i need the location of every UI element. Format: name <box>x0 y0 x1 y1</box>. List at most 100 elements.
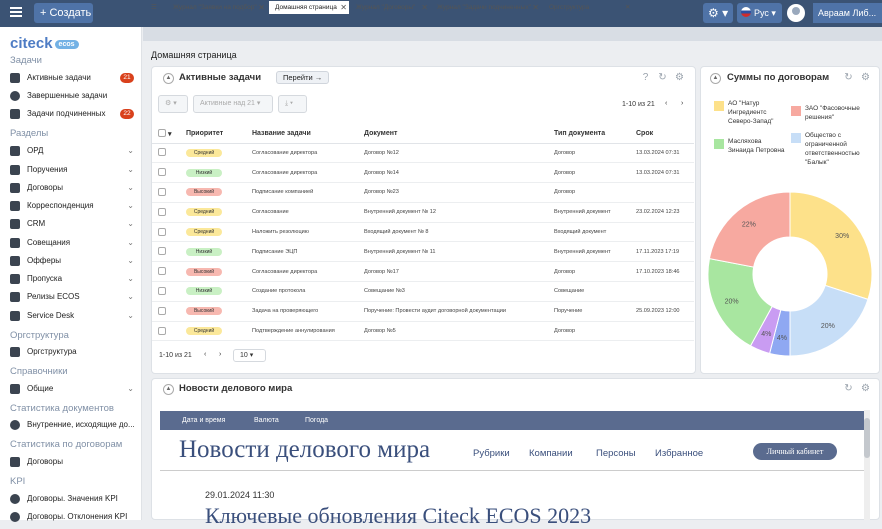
task-link[interactable]: Подтверждение аннулирования <box>246 321 358 342</box>
filter-select[interactable]: Активные над 21 ▾ <box>193 95 273 113</box>
row-checkbox[interactable] <box>152 281 180 302</box>
task-link[interactable]: Наложить резолюцию <box>246 222 358 243</box>
language-selector[interactable]: Рус ▾ <box>737 3 782 23</box>
refresh-icon[interactable]: ↻ <box>843 383 854 394</box>
next-page-icon[interactable]: › <box>219 351 221 358</box>
close-icon[interactable]: ✕ <box>340 1 347 14</box>
settings-dropdown-button[interactable]: ⚙ ▾ <box>158 95 188 113</box>
news-menu-rubrics[interactable]: Рубрики <box>473 448 510 459</box>
sidebar-item-section[interactable]: Договоры ⌄ <box>10 181 136 195</box>
select-all-checkbox[interactable]: ▾ <box>152 124 180 144</box>
sidebar-item-task[interactable]: Задачи подчиненных 22 <box>10 107 136 121</box>
tab-item[interactable]: Журнал "Задачи подчиненных" ✕ <box>431 1 541 14</box>
tab-item[interactable]: Домашняя страница ✕ <box>269 1 349 14</box>
close-all-tabs-icon[interactable]: ✕ <box>622 1 636 14</box>
prev-page-icon[interactable]: ‹ <box>665 100 667 107</box>
tabs-menu-icon[interactable]: ☰ <box>148 1 162 14</box>
close-icon[interactable]: ✕ <box>258 1 265 14</box>
news-menu-favorites[interactable]: Избранное <box>655 448 703 459</box>
table-row[interactable]: Низкий Подписание ЭЦП Внутренний докумен… <box>152 241 694 263</box>
pie-slice[interactable] <box>789 284 869 357</box>
row-checkbox[interactable] <box>152 222 180 243</box>
column-due[interactable]: Срок <box>630 124 694 144</box>
next-page-icon[interactable]: › <box>681 100 683 107</box>
news-nav-weather[interactable]: Погода <box>305 411 328 430</box>
goto-button[interactable]: Перейти → <box>276 71 329 84</box>
help-icon[interactable]: ? <box>640 72 651 83</box>
news-headline[interactable]: Ключевые обновления Citeck ECOS 2023 <box>205 503 591 529</box>
column-doc-type[interactable]: Тип документа <box>548 124 630 144</box>
sidebar-item-kpi-values[interactable]: Договоры. Значения KPI <box>10 492 136 506</box>
row-checkbox[interactable] <box>152 301 180 322</box>
sidebar-item-section[interactable]: Service Desk ⌄ <box>10 309 136 323</box>
table-row[interactable]: Средний Согласование Внутренний документ… <box>152 202 694 223</box>
collapse-icon[interactable]: ▲ <box>163 73 174 84</box>
table-row[interactable]: Высокий Подписание компанией Договор №23… <box>152 182 694 203</box>
sidebar-item-section[interactable]: CRM ⌄ <box>10 217 136 231</box>
sidebar-item-section[interactable]: Офферы ⌄ <box>10 254 136 268</box>
scrollbar[interactable] <box>864 410 870 520</box>
collapse-icon[interactable]: ▲ <box>163 384 174 395</box>
avatar[interactable] <box>787 4 805 22</box>
table-row[interactable]: Низкий Создание протокола Совещание №3 С… <box>152 281 694 302</box>
sidebar-item-contracts[interactable]: Договоры <box>10 455 136 469</box>
settings-button[interactable]: ⚙ ▾ <box>703 3 733 23</box>
gear-icon[interactable]: ⚙ <box>860 72 871 83</box>
news-nav-datetime[interactable]: Дата и время <box>182 411 225 430</box>
gear-icon[interactable]: ⚙ <box>674 72 685 83</box>
row-checkbox[interactable] <box>152 202 180 223</box>
task-link[interactable]: Подписание компанией <box>246 182 358 203</box>
sidebar-item-common[interactable]: Общие ⌄ <box>10 382 136 396</box>
close-icon[interactable]: ✕ <box>421 1 428 14</box>
column-document[interactable]: Документ <box>358 124 548 144</box>
table-row[interactable]: Средний Наложить резолюцию Входящий доку… <box>152 222 694 243</box>
pie-slice[interactable] <box>708 191 791 268</box>
create-button[interactable]: + Создать <box>34 3 93 23</box>
prev-page-icon[interactable]: ‹ <box>204 351 206 358</box>
news-nav-currency[interactable]: Валюта <box>254 411 279 430</box>
sidebar-item-task[interactable]: Завершенные задачи <box>10 89 136 103</box>
row-checkbox[interactable] <box>152 182 180 203</box>
sidebar-item-task[interactable]: Активные задачи 21 <box>10 71 136 85</box>
refresh-icon[interactable]: ↻ <box>657 72 668 83</box>
table-row[interactable]: Высокий Согласование директора Договор №… <box>152 261 694 283</box>
sidebar-item-doc-stats[interactable]: Внутренние, исходящие до... <box>10 418 136 432</box>
table-row[interactable]: Высокий Задача на проверяющего Поручение… <box>152 301 694 322</box>
task-link[interactable]: Задача на проверяющего <box>246 301 358 322</box>
sidebar-item-section[interactable]: Поручения ⌄ <box>10 163 136 177</box>
cabinet-button[interactable]: Личный кабинет <box>753 443 837 460</box>
task-link[interactable]: Создание протокола <box>246 281 358 302</box>
task-link[interactable]: Согласование директора <box>246 261 358 283</box>
news-menu-companies[interactable]: Компании <box>529 448 573 459</box>
tab-item[interactable]: Журнал "Заявки на подбор" ✕ <box>167 1 267 14</box>
close-icon[interactable]: ✕ <box>532 1 539 14</box>
refresh-icon[interactable]: ↻ <box>843 72 854 83</box>
sidebar-item-section[interactable]: Пропуска ⌄ <box>10 272 136 286</box>
row-checkbox[interactable] <box>152 321 180 342</box>
task-link[interactable]: Согласование директора <box>246 162 358 184</box>
sidebar-item-kpi-deviation[interactable]: Договоры. Отклонения KPI <box>10 510 136 524</box>
row-checkbox[interactable] <box>152 261 180 283</box>
tab-item[interactable]: Журнал "Договоры" ✕ <box>350 1 430 14</box>
table-row[interactable]: Средний Подтверждение аннулирования Дого… <box>152 321 694 342</box>
column-priority[interactable]: Приоритет <box>180 124 246 144</box>
table-row[interactable]: Низкий Согласование директора Договор №1… <box>152 162 694 184</box>
task-link[interactable]: Подписание ЭЦП <box>246 241 358 263</box>
row-checkbox[interactable] <box>152 241 180 263</box>
task-link[interactable]: Согласование <box>246 202 358 223</box>
menu-icon[interactable] <box>10 7 22 9</box>
download-button[interactable]: ⤓ ▾ <box>278 95 307 113</box>
pie-slice[interactable] <box>789 191 873 300</box>
tab-item[interactable]: Оргструктура <box>543 1 621 14</box>
logo[interactable]: citeck ecos <box>10 35 79 52</box>
news-menu-persons[interactable]: Персоны <box>596 448 636 459</box>
sidebar-item-section[interactable]: Корреспонденция ⌄ <box>10 199 136 213</box>
row-checkbox[interactable] <box>152 143 180 164</box>
row-checkbox[interactable] <box>152 162 180 184</box>
user-menu[interactable]: Авраам Либ... <box>813 3 882 23</box>
collapse-icon[interactable]: ▲ <box>710 73 721 84</box>
sidebar-item-section[interactable]: Релизы ECOS ⌄ <box>10 290 136 304</box>
gear-icon[interactable]: ⚙ <box>860 383 871 394</box>
sidebar-item-section[interactable]: ОРД ⌄ <box>10 144 136 158</box>
page-size-select[interactable]: 10 ▾ <box>233 349 266 362</box>
